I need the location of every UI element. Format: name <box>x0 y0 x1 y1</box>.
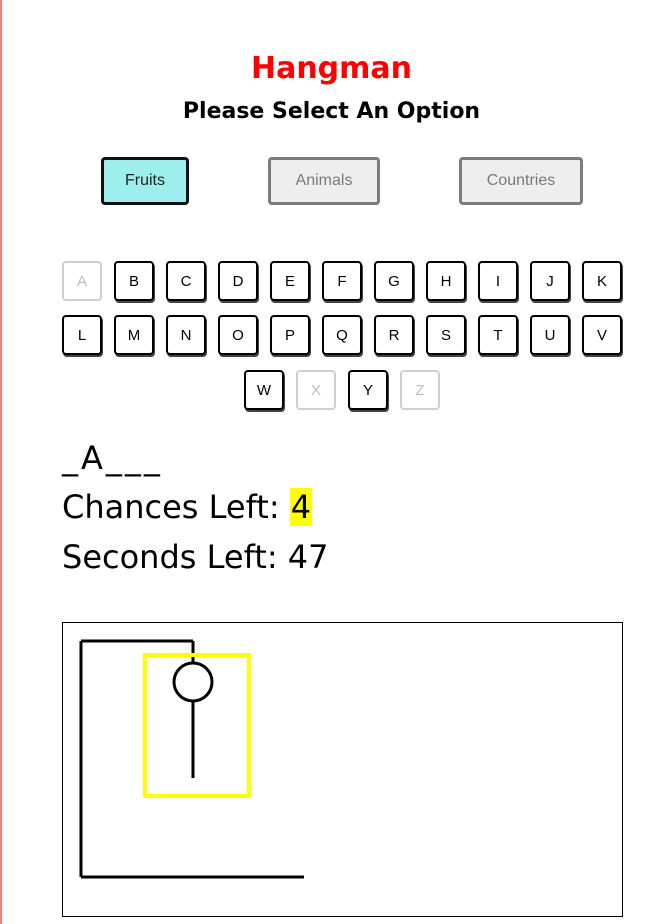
letter-key-j[interactable]: J <box>530 261 570 301</box>
letter-key-r[interactable]: R <box>374 315 414 355</box>
page-left-border <box>0 0 2 924</box>
letter-key-m[interactable]: M <box>114 315 154 355</box>
letter-key-k[interactable]: K <box>582 261 622 301</box>
letter-key-i[interactable]: I <box>478 261 518 301</box>
category-animals-button[interactable]: Animals <box>268 157 380 205</box>
letter-key-x[interactable]: X <box>296 370 336 410</box>
category-fruits-button[interactable]: Fruits <box>101 157 189 205</box>
letter-key-n[interactable]: N <box>166 315 206 355</box>
letter-key-a[interactable]: A <box>62 261 102 301</box>
chances-value: 4 <box>289 488 313 526</box>
hangman-canvas <box>62 622 623 917</box>
seconds-value: 47 <box>287 538 329 576</box>
letter-key-p[interactable]: P <box>270 315 310 355</box>
option-prompt: Please Select An Option <box>182 99 481 124</box>
category-countries-button[interactable]: Countries <box>459 157 583 205</box>
letter-key-w[interactable]: W <box>244 370 284 410</box>
letter-key-q[interactable]: Q <box>322 315 362 355</box>
letter-key-u[interactable]: U <box>530 315 570 355</box>
letter-key-e[interactable]: E <box>270 261 310 301</box>
letter-key-d[interactable]: D <box>218 261 258 301</box>
hangman-head <box>172 661 214 703</box>
letter-key-g[interactable]: G <box>374 261 414 301</box>
letter-key-s[interactable]: S <box>426 315 466 355</box>
letter-key-c[interactable]: C <box>166 261 206 301</box>
letter-key-f[interactable]: F <box>322 261 362 301</box>
letter-key-t[interactable]: T <box>478 315 518 355</box>
letter-key-y[interactable]: Y <box>348 370 388 410</box>
letter-key-o[interactable]: O <box>218 315 258 355</box>
letter-key-v[interactable]: V <box>582 315 622 355</box>
letter-key-z[interactable]: Z <box>400 370 440 410</box>
chances-left: Chances Left: 4 <box>62 487 313 527</box>
word-display: _A___ <box>62 439 163 477</box>
letter-key-h[interactable]: H <box>426 261 466 301</box>
seconds-label: Seconds Left: <box>62 538 288 576</box>
letter-key-l[interactable]: L <box>62 315 102 355</box>
game-title: Hangman <box>250 51 413 86</box>
chances-label: Chances Left: <box>62 488 290 526</box>
seconds-left: Seconds Left: 47 <box>62 537 328 577</box>
letter-key-b[interactable]: B <box>114 261 154 301</box>
highlight-box <box>143 653 251 798</box>
